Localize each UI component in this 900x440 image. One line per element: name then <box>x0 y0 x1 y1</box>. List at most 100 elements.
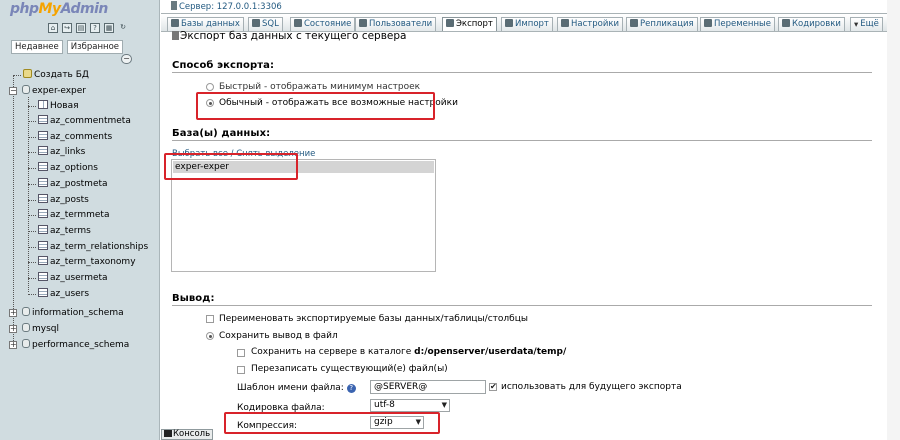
chevron-down-icon: ▾ <box>854 20 859 30</box>
tree-item-table[interactable]: az_term_taxonomy <box>28 255 136 269</box>
tree-item-db-exper[interactable]: − exper-exper <box>9 84 86 98</box>
table-icon <box>38 193 48 203</box>
database-icon <box>22 323 30 332</box>
charset-select[interactable]: utf-8 ▼ <box>370 399 450 412</box>
tab-import[interactable]: Импорт <box>501 17 553 31</box>
exit-icon[interactable]: ↪ <box>62 23 72 33</box>
overwrite-checkbox[interactable] <box>237 366 245 374</box>
export-icon <box>446 19 454 27</box>
nav-tabs: Недавнее Избранное <box>11 40 124 54</box>
filename-template-input[interactable]: @SERVER@ <box>370 380 486 394</box>
tab-more[interactable]: ▾ Ещё <box>850 17 883 31</box>
filename-template-label: Шаблон имени файла: ? <box>237 383 356 393</box>
table-name[interactable]: az_postmeta <box>50 179 108 189</box>
tab-status[interactable]: Состояние <box>290 17 356 31</box>
table-name[interactable]: az_links <box>50 147 85 157</box>
table-icon <box>38 177 48 187</box>
divider <box>172 72 872 73</box>
table-icon <box>38 256 48 266</box>
table-name[interactable]: az_term_relationships <box>50 242 148 252</box>
docs-icon[interactable]: ? <box>90 23 100 33</box>
table-icon <box>38 240 48 250</box>
tree-item-table[interactable]: az_posts <box>28 193 89 207</box>
table-name[interactable]: az_posts <box>50 195 89 205</box>
table-name[interactable]: az_terms <box>50 226 91 236</box>
tab-favorites[interactable]: Избранное <box>66 40 124 54</box>
table-name[interactable]: az_comments <box>50 132 112 142</box>
users-icon <box>359 19 367 27</box>
tab-databases[interactable]: Базы данных <box>167 17 244 31</box>
save-to-file-label[interactable]: Сохранить вывод в файл <box>219 331 338 341</box>
table-icon <box>38 224 48 234</box>
rename-label[interactable]: Переименовать экспортируемые базы данных… <box>219 314 528 324</box>
reload-icon[interactable]: ↻ <box>118 23 128 33</box>
import-icon <box>505 19 513 27</box>
expand-icon[interactable]: + <box>9 309 17 317</box>
settings-icon <box>561 19 569 27</box>
divider <box>172 140 872 141</box>
settings-icon[interactable]: ▦ <box>104 23 114 33</box>
tree-item-table[interactable]: az_comments <box>28 130 112 144</box>
tree-item-new-db[interactable]: Создать БД <box>13 68 89 82</box>
collapse-icon[interactable]: − <box>9 87 17 95</box>
console-toggle[interactable]: Консоль <box>161 429 213 440</box>
remember-template-label[interactable]: использовать для будущего экспорта <box>501 382 682 392</box>
tree-item-table[interactable]: az_usermeta <box>28 271 108 285</box>
quick-export-label[interactable]: Быстрый - отображать минимум настроек <box>219 82 420 92</box>
tree-item-table[interactable]: az_options <box>28 161 98 175</box>
save-on-server-path: d:/openserver/userdata/temp/ <box>414 347 567 357</box>
home-icon[interactable]: ⌂ <box>48 23 58 33</box>
tab-variables[interactable]: Переменные <box>700 17 775 31</box>
tab-export[interactable]: Экспорт <box>442 17 497 31</box>
table-name[interactable]: az_commentmeta <box>50 116 131 126</box>
tab-users[interactable]: Пользователи <box>355 17 437 31</box>
save-on-server-label[interactable]: Сохранить на сервере в каталоге d:/opens… <box>251 347 566 357</box>
tree-item-db-performance-schema[interactable]: + performance_schema <box>9 338 129 352</box>
remember-template-checkbox[interactable] <box>489 382 497 391</box>
radio-quick-export[interactable] <box>206 83 214 91</box>
scrollbar[interactable] <box>887 0 900 440</box>
server-icon <box>171 1 177 10</box>
tree-item-table[interactable]: az_term_relationships <box>28 240 148 254</box>
chevron-down-icon: ▼ <box>441 401 447 409</box>
tree-item-db-information-schema[interactable]: + information_schema <box>9 306 124 320</box>
table-name[interactable]: az_termmeta <box>50 210 109 220</box>
tab-replication[interactable]: Репликация <box>626 17 698 31</box>
tree-item-table[interactable]: az_users <box>28 287 89 301</box>
tab-charsets[interactable]: Кодировки <box>778 17 845 31</box>
database-icon <box>22 339 30 348</box>
divider <box>172 305 872 306</box>
tree-item-db-mysql[interactable]: + mysql <box>9 322 59 336</box>
tree-item-table[interactable]: az_links <box>28 145 85 159</box>
collapse-all-button[interactable]: − <box>121 54 132 64</box>
status-icon <box>294 19 302 27</box>
expand-icon[interactable]: + <box>9 325 17 333</box>
tab-recent[interactable]: Недавнее <box>11 40 63 54</box>
tree-item-table[interactable]: az_termmeta <box>28 208 109 222</box>
table-name[interactable]: az_options <box>50 163 98 173</box>
breadcrumb-server[interactable]: Сервер: 127.0.0.1:3306 <box>171 1 282 12</box>
phpmyadmin-logo[interactable]: phpMyAdmin <box>10 1 130 19</box>
new-database-icon <box>23 69 32 78</box>
database-icon <box>22 307 30 316</box>
tree-item-table[interactable]: az_terms <box>28 224 91 238</box>
tree-item-table[interactable]: az_postmeta <box>28 177 108 191</box>
save-on-server-checkbox[interactable] <box>237 349 245 357</box>
tree-item-new-table[interactable]: Новая <box>28 99 79 113</box>
help-icon[interactable]: ? <box>346 384 356 393</box>
output-heading: Вывод: <box>172 293 215 304</box>
rename-checkbox[interactable] <box>206 315 214 323</box>
table-name[interactable]: az_term_taxonomy <box>50 257 136 267</box>
table-icon <box>38 130 48 140</box>
tree-item-table[interactable]: az_commentmeta <box>28 114 131 128</box>
tab-settings[interactable]: Настройки <box>557 17 624 31</box>
expand-icon[interactable]: + <box>9 341 17 349</box>
table-name[interactable]: az_users <box>50 289 89 299</box>
highlight-compression <box>224 412 440 434</box>
variables-icon <box>704 19 712 27</box>
overwrite-label[interactable]: Перезаписать существующий(е) файл(ы) <box>251 364 448 374</box>
radio-save-to-file[interactable] <box>206 332 214 340</box>
tab-sql[interactable]: SQL <box>248 17 283 31</box>
query-window-icon[interactable]: ▤ <box>76 23 86 33</box>
table-name[interactable]: az_usermeta <box>50 273 108 283</box>
